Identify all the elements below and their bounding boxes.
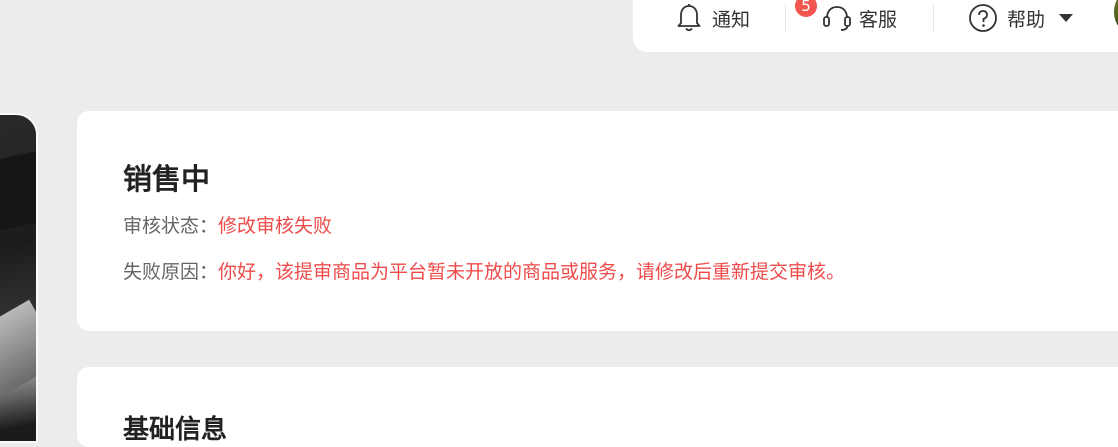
header-divider	[933, 5, 934, 31]
status-card: 销售中 审核状态：修改审核失败 失败原因：你好，该提审商品为平台暂未开放的商品或…	[77, 111, 1118, 331]
basic-info-card: 基础信息	[77, 367, 1118, 447]
help-label: 帮助	[1007, 8, 1046, 31]
help-menu-button[interactable]: 帮助	[968, 0, 1074, 36]
bell-icon	[676, 3, 702, 33]
notifications-button[interactable]: 通知 5	[676, 0, 817, 36]
failure-reason-label: 失败原因：	[123, 261, 219, 283]
header-divider	[785, 5, 786, 31]
headset-icon	[821, 3, 853, 33]
review-status-value: 修改审核失败	[218, 215, 333, 237]
top-header-bar: 通知 5 客服 帮助	[633, 0, 1118, 52]
notifications-count-badge: 5	[795, 0, 817, 17]
status-title: 销售中	[123, 162, 211, 196]
failure-reason-row: 失败原因：你好，该提审商品为平台暂未开放的商品或服务，请修改后重新提交审核。	[123, 257, 845, 284]
customer-service-label: 客服	[859, 8, 898, 31]
caret-down-icon	[1059, 14, 1074, 22]
basic-info-title: 基础信息	[123, 415, 228, 445]
notifications-label: 通知	[712, 8, 751, 31]
review-status-label: 审核状态：	[123, 215, 219, 237]
failure-reason-value: 你好，该提审商品为平台暂未开放的商品或服务，请修改后重新提交审核。	[218, 261, 846, 283]
question-circle-icon	[968, 3, 998, 33]
product-image	[0, 113, 38, 443]
customer-service-button[interactable]: 客服	[821, 0, 897, 36]
review-status-row: 审核状态：修改审核失败	[123, 211, 332, 238]
